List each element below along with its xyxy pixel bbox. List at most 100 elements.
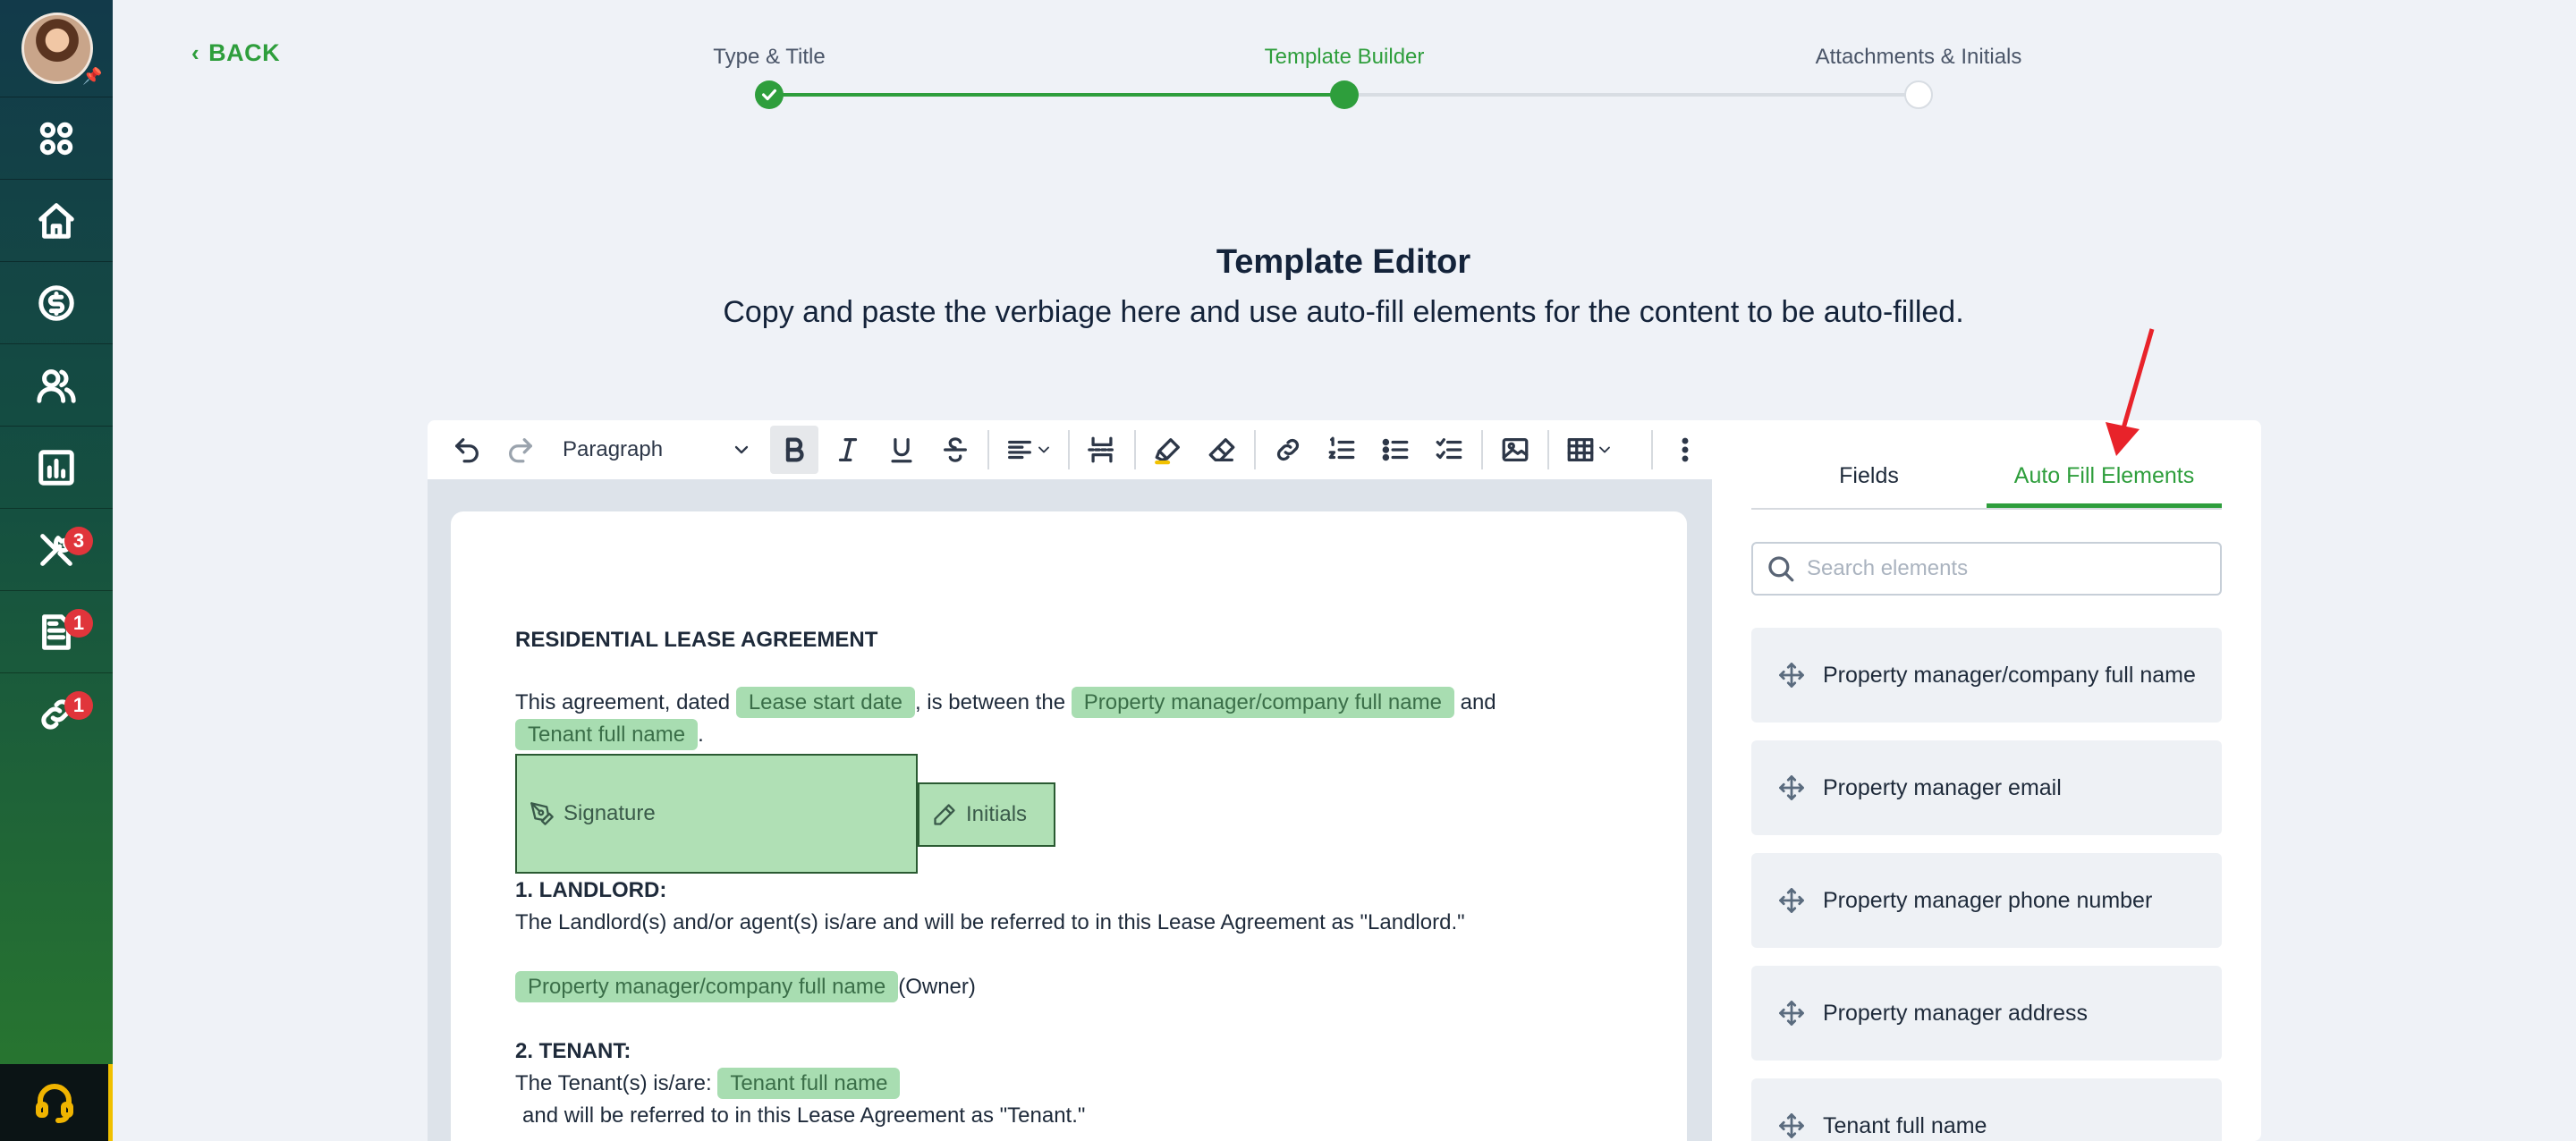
autofill-element-item[interactable]: Property manager email xyxy=(1751,740,2222,835)
bold-icon xyxy=(785,437,804,462)
more-options-button[interactable] xyxy=(1661,426,1709,474)
page-break-button[interactable] xyxy=(1078,426,1126,474)
nav-tools[interactable]: 3 xyxy=(0,508,113,590)
align-left-icon xyxy=(1008,440,1031,460)
autofill-element-item[interactable]: Property manager address xyxy=(1751,966,2222,1061)
toolbar-divider xyxy=(1254,430,1256,469)
support-button[interactable] xyxy=(0,1064,113,1141)
strikethrough-button[interactable] xyxy=(931,426,979,474)
redo-icon xyxy=(509,438,532,463)
editor-toolbar: Paragraph xyxy=(428,420,1712,479)
intro-line: This agreement, dated Lease start date, … xyxy=(515,687,1496,718)
landlord-heading: 1. LANDLORD: xyxy=(515,878,667,902)
drag-move-icon xyxy=(1779,663,1804,688)
step-active-dot[interactable] xyxy=(1330,80,1359,109)
autofill-element-item[interactable]: Property manager phone number xyxy=(1751,853,2222,948)
intro-line-2: Tenant full name. xyxy=(515,719,704,750)
table-dropdown[interactable] xyxy=(1557,426,1622,474)
image-button[interactable] xyxy=(1491,426,1539,474)
tab-fields[interactable]: Fields xyxy=(1751,447,1987,508)
link-icon xyxy=(1276,438,1300,461)
link-button[interactable] xyxy=(1264,426,1312,474)
tenant-text: and will be referred to in this Lease Ag… xyxy=(522,1103,1086,1128)
chevron-down-icon xyxy=(734,445,749,454)
apps-icon xyxy=(39,122,73,155)
nav-reports[interactable] xyxy=(0,426,113,508)
autofill-chip[interactable]: Lease start date xyxy=(735,687,915,718)
step-label-template-builder[interactable]: Template Builder xyxy=(1265,45,1425,70)
bullet-list-button[interactable] xyxy=(1371,426,1419,474)
stepper-progress-line xyxy=(769,93,1344,97)
highlighter-icon xyxy=(1155,438,1180,465)
autofill-chip[interactable]: Property manager/company full name xyxy=(515,971,899,1002)
tenant-heading: 2. TENANT: xyxy=(515,1039,631,1063)
drag-move-icon xyxy=(1779,775,1804,800)
strikethrough-icon xyxy=(944,437,967,462)
autofill-element-label: Property manager address xyxy=(1823,1000,2088,1026)
intro-mid: , is between the xyxy=(914,690,1066,714)
avatar[interactable]: 📌 xyxy=(21,13,102,88)
nav-links[interactable]: 1 xyxy=(0,672,113,755)
back-button[interactable]: ‹ BACK xyxy=(191,39,280,67)
back-label: BACK xyxy=(208,39,281,66)
document-heading: RESIDENTIAL LEASE AGREEMENT xyxy=(515,628,878,652)
users-icon xyxy=(37,368,76,403)
sidebar: 📌 3 1 1 xyxy=(0,0,113,1141)
page-title: Template Editor xyxy=(1216,243,1471,281)
tools-badge: 3 xyxy=(64,527,93,555)
tenant-line: The Tenant(s) is/are: Tenant full name xyxy=(515,1068,901,1099)
nav-people[interactable] xyxy=(0,343,113,426)
stepper-remaining-line xyxy=(1344,93,1919,97)
align-dropdown[interactable] xyxy=(997,426,1060,474)
toolbar-divider xyxy=(1068,430,1070,469)
autofill-chip[interactable]: Tenant full name xyxy=(717,1068,901,1099)
tenant-prefix: The Tenant(s) is/are: xyxy=(515,1071,712,1095)
undo-icon xyxy=(455,438,479,463)
drag-move-icon xyxy=(1779,1113,1804,1138)
landlord-chip-line: Property manager/company full name (Owner… xyxy=(515,971,976,1002)
chevron-down-icon xyxy=(1038,446,1049,453)
signature-field[interactable]: Signature xyxy=(515,754,918,874)
search-input[interactable] xyxy=(1807,556,2200,581)
undo-button[interactable] xyxy=(443,426,491,474)
autofill-element-label: Property manager email xyxy=(1823,774,2062,800)
todo-list-button[interactable] xyxy=(1425,426,1473,474)
redo-button[interactable] xyxy=(496,426,545,474)
autofill-element-item[interactable]: Tenant full name xyxy=(1751,1078,2222,1141)
chart-icon xyxy=(38,449,74,486)
italic-icon xyxy=(838,438,858,461)
eraser-button[interactable] xyxy=(1198,426,1246,474)
italic-button[interactable] xyxy=(824,426,872,474)
autofill-chip[interactable]: Property manager/company full name xyxy=(1071,687,1454,718)
bullet-list-icon xyxy=(1382,438,1409,461)
check-icon xyxy=(761,89,777,101)
numbered-list-button[interactable] xyxy=(1318,426,1366,474)
drag-move-icon xyxy=(1779,1001,1804,1026)
documents-badge: 1 xyxy=(64,609,93,638)
drag-move-icon xyxy=(1779,888,1804,913)
more-vertical-icon xyxy=(1682,437,1689,462)
bold-button[interactable] xyxy=(770,426,818,474)
paragraph-style-select[interactable]: Paragraph xyxy=(550,426,765,474)
home-icon xyxy=(38,202,74,239)
image-icon xyxy=(1502,438,1529,461)
pin-icon: 📌 xyxy=(82,67,103,85)
step-label-attachments[interactable]: Attachments & Initials xyxy=(1816,45,2022,70)
toolbar-divider xyxy=(1651,430,1653,469)
autofill-chip[interactable]: Tenant full name xyxy=(515,719,699,750)
nav-apps[interactable] xyxy=(0,97,113,179)
page-break-icon xyxy=(1088,436,1116,463)
initials-field[interactable]: Initials xyxy=(918,782,1055,847)
headset-icon xyxy=(35,1084,73,1123)
step-label-type-title[interactable]: Type & Title xyxy=(713,45,825,70)
links-badge: 1 xyxy=(64,691,93,720)
underline-button[interactable] xyxy=(877,426,926,474)
highlight-button[interactable] xyxy=(1144,426,1192,474)
toolbar-divider xyxy=(1134,430,1136,469)
autofill-element-label: Tenant full name xyxy=(1823,1112,1987,1138)
step-pending-dot[interactable] xyxy=(1904,80,1933,109)
step-complete-dot[interactable] xyxy=(755,80,784,109)
nav-documents[interactable]: 1 xyxy=(0,590,113,672)
landlord-text: The Landlord(s) and/or agent(s) is/are a… xyxy=(515,910,1465,934)
autofill-element-item[interactable]: Property manager/company full name xyxy=(1751,628,2222,723)
